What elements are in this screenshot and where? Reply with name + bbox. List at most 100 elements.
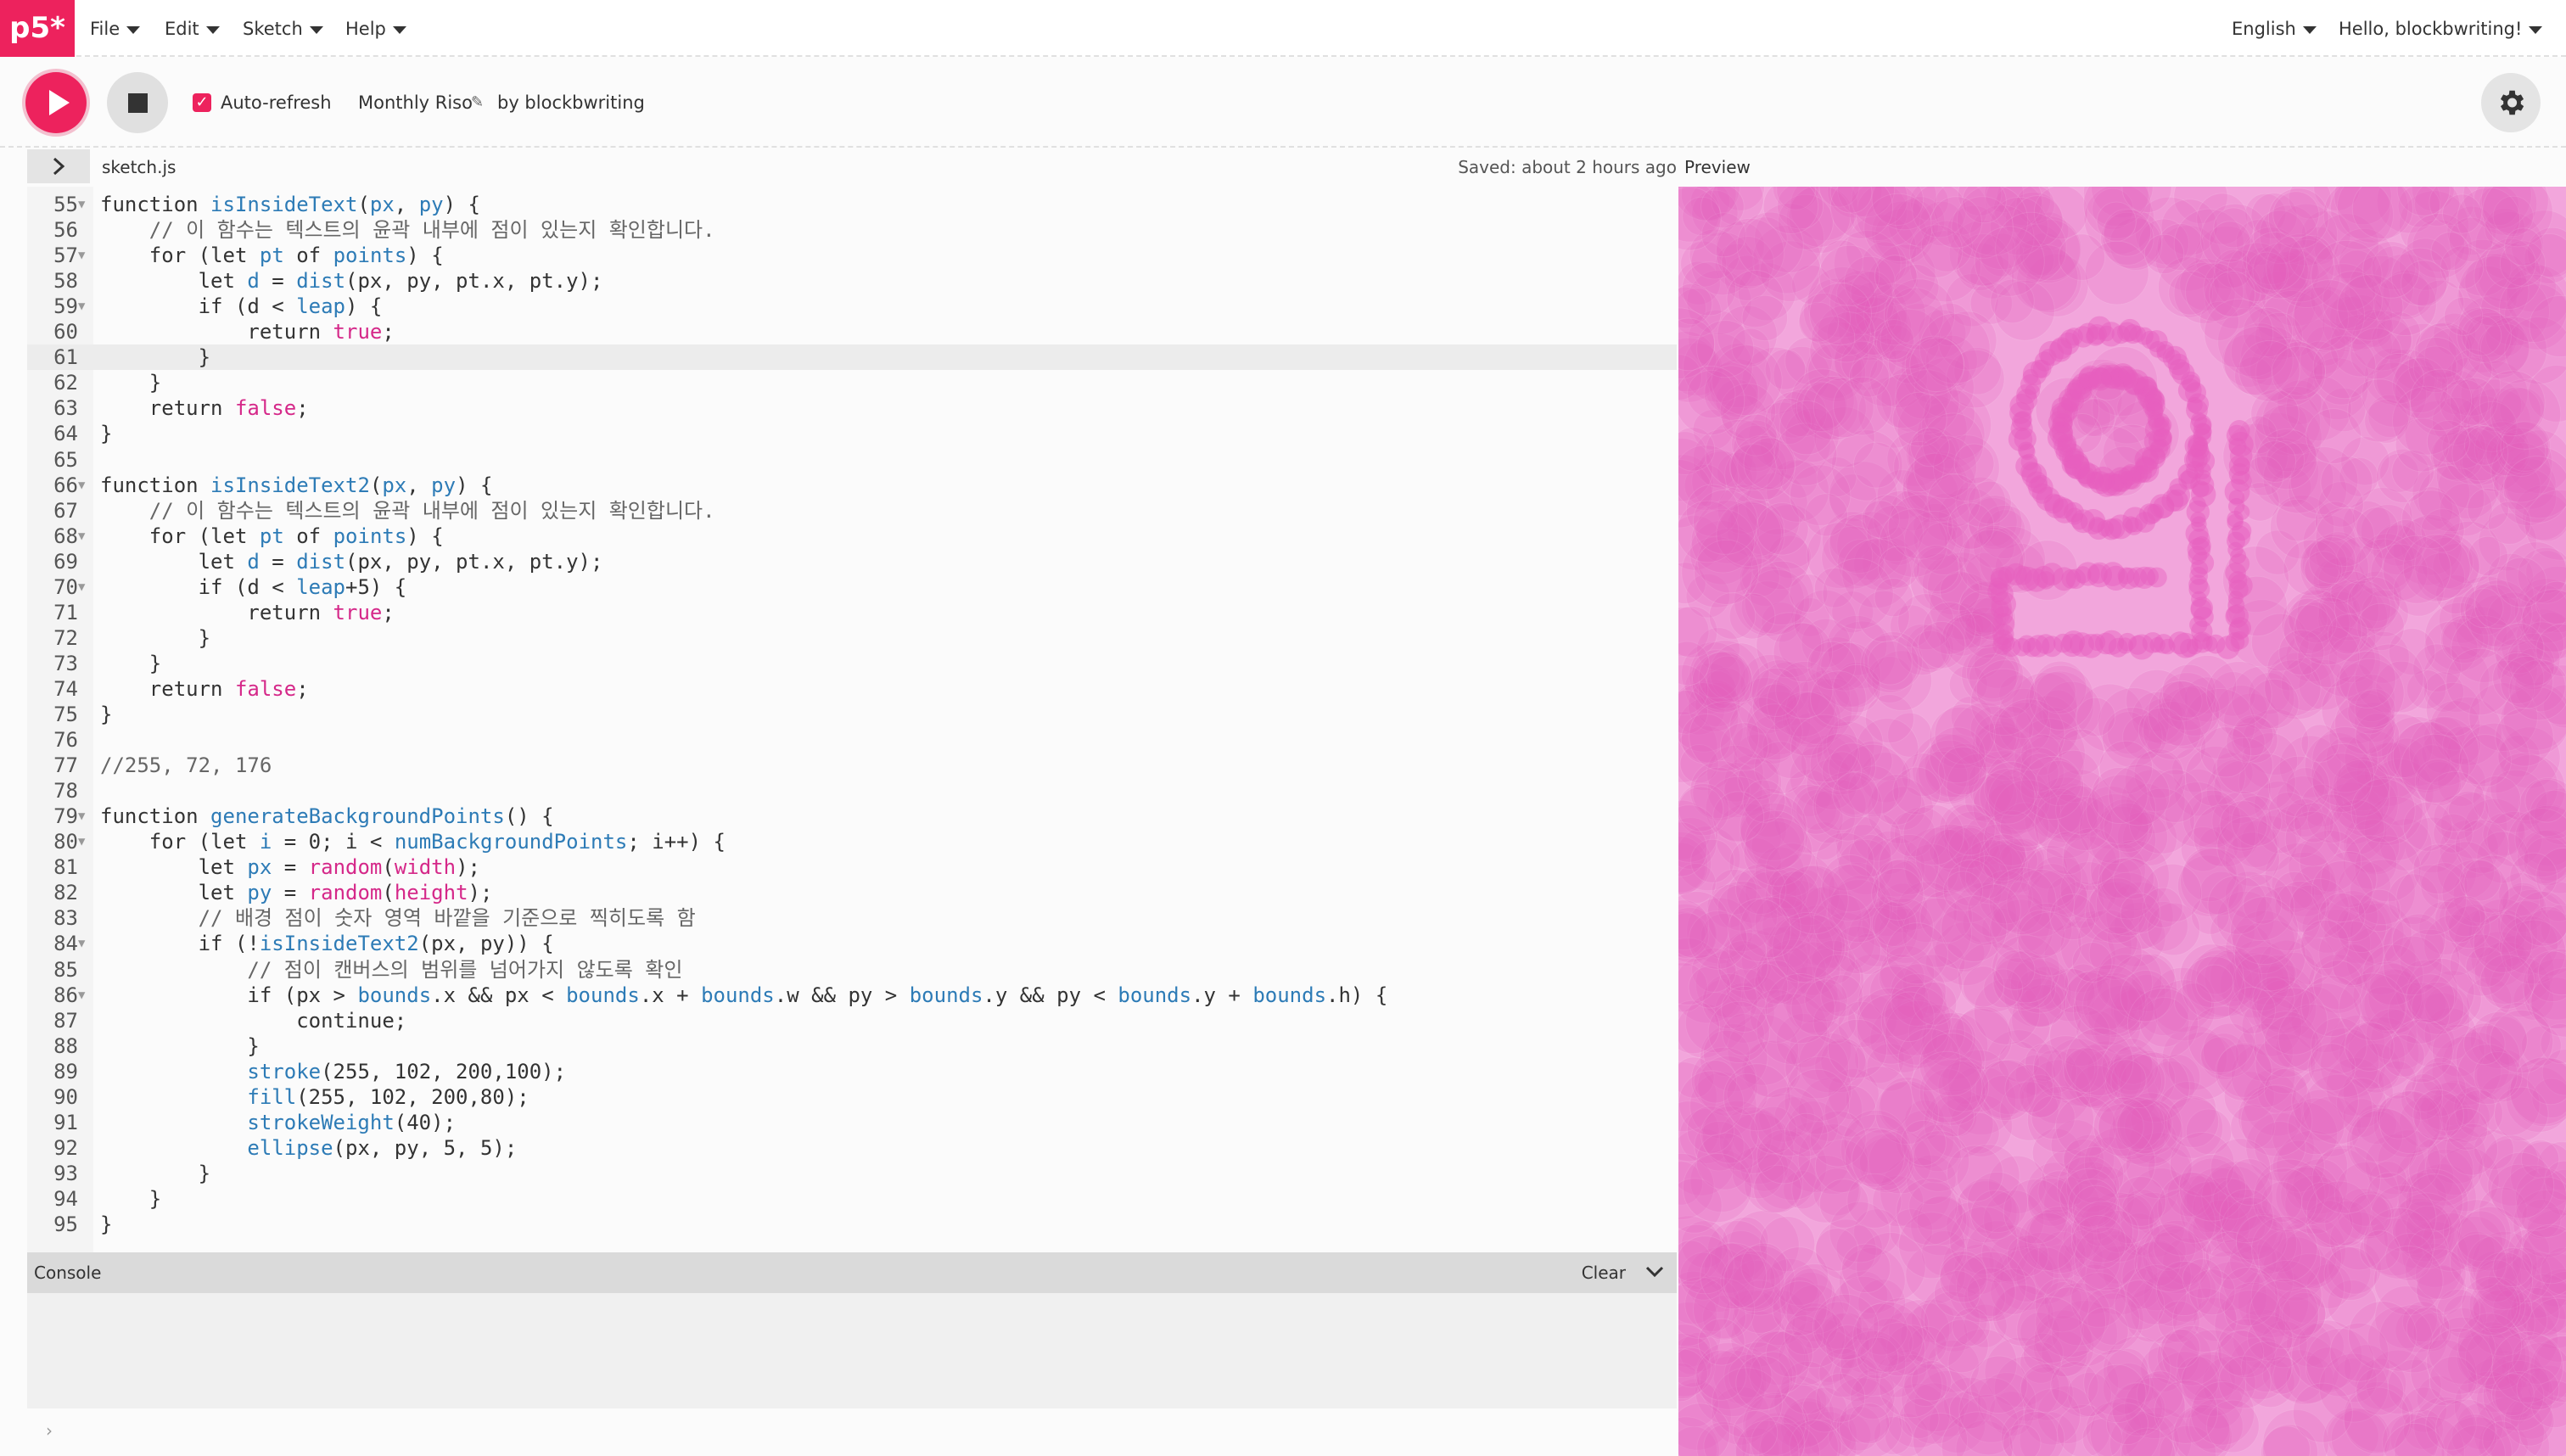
chevron-down-icon[interactable] (1644, 1263, 1665, 1281)
code-text: return true; (247, 320, 395, 344)
fold-arrow-icon[interactable]: ▼ (78, 804, 85, 829)
code-line[interactable]: 88 } (27, 1033, 1677, 1059)
code-line[interactable]: 84 ▼ if (!isInsideText2(px, py)) { (27, 931, 1677, 956)
language-menu[interactable]: English (2232, 17, 2317, 41)
code-line[interactable]: 68 ▼ for (let pt of points) { (27, 524, 1677, 549)
background-dot (1732, 1410, 1779, 1456)
code-line[interactable]: 95} (27, 1212, 1677, 1237)
code-line[interactable]: 75} (27, 702, 1677, 727)
sketch-author[interactable]: by blockbwriting (497, 91, 645, 115)
background-dot (2230, 896, 2299, 966)
code-line[interactable]: 62 } (27, 370, 1677, 395)
line-number: 79 (53, 804, 78, 829)
code-line[interactable]: 67 // 이 함수는 텍스트의 윤곽 내부에 점이 있는지 확인합니다. (27, 498, 1677, 524)
fold-arrow-icon[interactable]: ▼ (78, 931, 85, 956)
code-line[interactable]: 59 ▼ if (d < leap) { (27, 294, 1677, 319)
menu-edit-label: Edit (165, 19, 199, 39)
code-line[interactable]: 69 let d = dist(px, py, pt.x, pt.y); (27, 549, 1677, 574)
menu-edit[interactable]: Edit (165, 17, 220, 41)
console-clear-button[interactable]: Clear (1582, 1261, 1626, 1285)
console-input[interactable]: › (27, 1408, 1677, 1456)
sketch-name[interactable]: Monthly Riso (358, 91, 473, 115)
background-dot (2362, 241, 2420, 299)
line-number: 93 (53, 1161, 78, 1185)
line-number: 83 (53, 906, 78, 931)
background-dot (1728, 898, 1791, 962)
code-line[interactable]: 86 ▼ if (px > bounds.x && px < bounds.x +… (27, 983, 1677, 1008)
background-dot (1721, 985, 1768, 1033)
auto-refresh-checkbox[interactable]: ✓ (193, 93, 211, 112)
background-dot (1693, 489, 1758, 555)
code-line[interactable]: 63 return false; (27, 395, 1677, 421)
code-text: for (let pt of points) { (148, 524, 444, 548)
background-dot (2147, 680, 2214, 747)
code-line[interactable]: 58 let d = dist(px, py, pt.x, pt.y); (27, 268, 1677, 294)
stop-button[interactable] (107, 72, 168, 133)
code-line[interactable]: 70 ▼ if (d < leap+5) { (27, 574, 1677, 600)
code-line[interactable]: 93 } (27, 1161, 1677, 1186)
code-line[interactable]: 56 // 이 함수는 텍스트의 윤곽 내부에 점이 있는지 확인합니다. (27, 217, 1677, 243)
settings-button[interactable] (2481, 73, 2541, 132)
background-dot (1812, 1293, 1880, 1361)
code-line[interactable]: 61 } (27, 344, 1677, 371)
play-button[interactable] (25, 72, 87, 133)
code-line[interactable]: 65 (27, 447, 1677, 473)
code-line[interactable]: 74 return false; (27, 676, 1677, 702)
code-line[interactable]: 64} (27, 421, 1677, 446)
background-dot (2104, 1059, 2147, 1100)
code-line[interactable]: 76 (27, 727, 1677, 753)
pencil-icon[interactable]: ✎ (471, 95, 485, 110)
code-line[interactable]: 92 ellipse(px, py, 5, 5); (27, 1135, 1677, 1161)
code-line[interactable]: 78 (27, 778, 1677, 804)
line-number: 77 (53, 753, 78, 778)
menu-file[interactable]: File (90, 17, 141, 41)
background-dot (1868, 640, 1913, 686)
code-line[interactable]: 91 strokeWeight(40); (27, 1110, 1677, 1135)
background-dot (1756, 502, 1809, 556)
gear-icon (2500, 90, 2524, 115)
code-line[interactable]: 80 ▼ for (let i = 0; i < numBackgroundPoi… (27, 829, 1677, 854)
code-line[interactable]: 73 } (27, 651, 1677, 676)
line-number: 95 (53, 1212, 78, 1236)
code-line[interactable]: 82 let py = random(height); (27, 880, 1677, 905)
code-line[interactable]: 72 } (27, 625, 1677, 651)
fold-arrow-icon[interactable]: ▼ (78, 574, 85, 600)
code-line[interactable]: 71 return true; (27, 600, 1677, 625)
user-menu[interactable]: Hello, blockbwriting! (2339, 17, 2543, 41)
code-line[interactable]: 77 //255, 72, 176 (27, 753, 1677, 778)
menu-help[interactable]: Help (345, 17, 406, 41)
console-header: Console Clear (27, 1252, 1677, 1293)
fold-arrow-icon[interactable]: ▼ (78, 294, 85, 319)
toggle-sidebar-button[interactable] (27, 149, 90, 183)
code-line[interactable]: 55 ▼ function isInsideText(px, py) { (27, 192, 1677, 217)
fold-arrow-icon[interactable]: ▼ (78, 829, 85, 854)
fold-arrow-icon[interactable]: ▼ (78, 243, 85, 268)
fold-arrow-icon[interactable]: ▼ (78, 192, 85, 217)
preview-canvas[interactable] (1678, 187, 2566, 1456)
code-editor[interactable]: 55 ▼ function isInsideText(px, py) {56 // … (27, 187, 1677, 1252)
code-text: for (let i = 0; i < numBackgroundPoints;… (148, 830, 726, 854)
code-line[interactable]: 79 ▼ function generateBackgroundPoints() { (27, 804, 1677, 829)
fold-arrow-icon[interactable]: ▼ (78, 983, 85, 1008)
fold-arrow-icon[interactable]: ▼ (78, 473, 85, 498)
code-line[interactable]: 85 // 점이 캔버스의 범위를 넘어가지 않도록 확인 (27, 957, 1677, 983)
code-text: } (100, 651, 162, 675)
code-line[interactable]: 66 ▼ function isInsideText2(px, py) { (27, 473, 1677, 498)
fold-arrow-icon[interactable]: ▼ (78, 524, 85, 549)
menu-sketch[interactable]: Sketch (243, 17, 323, 41)
line-number: 60 (53, 320, 78, 344)
code-line[interactable]: 87 continue; (27, 1008, 1677, 1033)
code-line[interactable]: 89 stroke(255, 102, 200,100); (27, 1059, 1677, 1084)
code-line[interactable]: 81 let px = random(width); (27, 854, 1677, 880)
p5-logo[interactable]: p5* (0, 0, 75, 57)
code-line[interactable]: 94 } (27, 1186, 1677, 1212)
code-line[interactable]: 83 // 배경 점이 숫자 영역 바깥을 기준으로 찍히도록 함 (27, 905, 1677, 931)
background-dot (1918, 621, 1966, 669)
background-dot (2487, 1151, 2555, 1219)
code-line[interactable]: 60 return true; (27, 319, 1677, 344)
code-line[interactable]: 57 ▼ for (let pt of points) { (27, 243, 1677, 268)
line-number: 73 (53, 651, 78, 675)
file-tab-name[interactable]: sketch.js (102, 155, 176, 179)
background-dot (1913, 981, 1958, 1026)
code-line[interactable]: 90 fill(255, 102, 200,80); (27, 1084, 1677, 1110)
